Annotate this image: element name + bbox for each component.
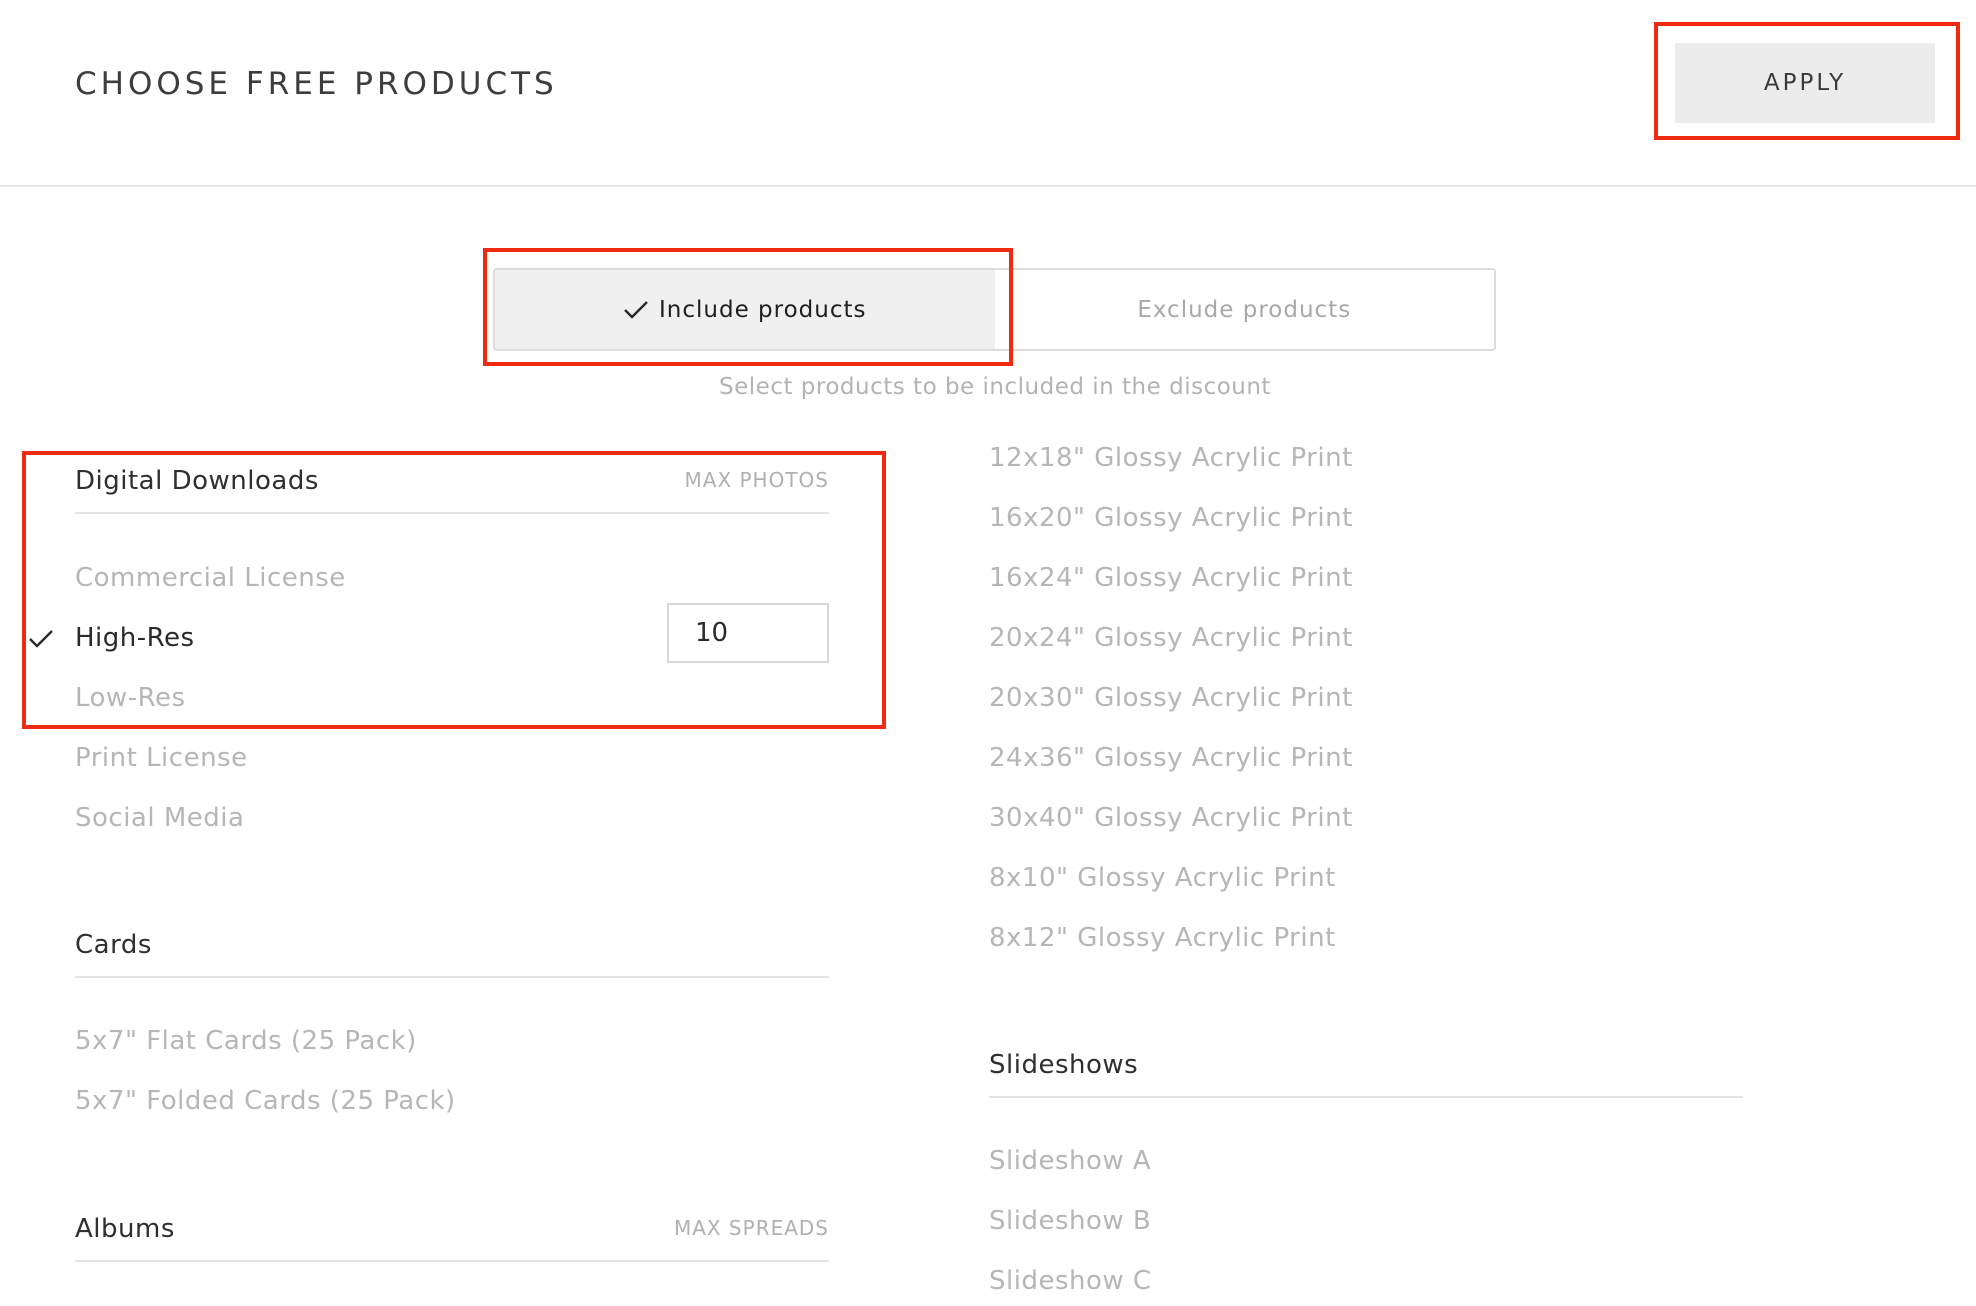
product-item-acrylic-8x12[interactable]: 8x12" Glossy Acrylic Print bbox=[989, 923, 1336, 953]
page-header: CHOOSE FREE PRODUCTS APPLY bbox=[0, 0, 1976, 187]
albums-header: Albums MAX SPREADS bbox=[75, 1214, 829, 1262]
include-products-label: Include products bbox=[659, 296, 867, 323]
slideshows-header: Slideshows bbox=[989, 1050, 1743, 1098]
section-title: Albums bbox=[75, 1214, 175, 1244]
exclude-products-option[interactable]: Exclude products bbox=[994, 270, 1494, 349]
product-item-acrylic-8x10[interactable]: 8x10" Glossy Acrylic Print bbox=[989, 863, 1336, 893]
max-spreads-label: MAX SPREADS bbox=[673, 1216, 829, 1240]
checkmark-icon bbox=[624, 300, 648, 319]
product-item-folded-cards[interactable]: 5x7" Folded Cards (25 Pack) bbox=[75, 1086, 456, 1116]
product-item-low-res[interactable]: Low-Res bbox=[75, 683, 186, 713]
helper-text: Select products to be included in the di… bbox=[719, 374, 1271, 400]
selected-check-icon bbox=[29, 630, 53, 648]
apply-button[interactable]: APPLY bbox=[1675, 43, 1935, 123]
page-title: CHOOSE FREE PRODUCTS bbox=[75, 66, 558, 102]
product-item-slideshow-a[interactable]: Slideshow A bbox=[989, 1146, 1151, 1176]
include-products-option[interactable]: Include products bbox=[495, 270, 995, 349]
product-item-acrylic-20x24[interactable]: 20x24" Glossy Acrylic Print bbox=[989, 623, 1353, 653]
product-item-acrylic-20x30[interactable]: 20x30" Glossy Acrylic Print bbox=[989, 683, 1353, 713]
product-item-commercial-license[interactable]: Commercial License bbox=[75, 563, 346, 593]
section-title: Digital Downloads bbox=[75, 466, 319, 496]
product-item-acrylic-16x24[interactable]: 16x24" Glossy Acrylic Print bbox=[989, 563, 1353, 593]
product-item-high-res[interactable]: High-Res bbox=[75, 623, 195, 653]
cards-header: Cards bbox=[75, 930, 829, 978]
product-item-print-license[interactable]: Print License bbox=[75, 743, 248, 773]
product-item-social-media[interactable]: Social Media bbox=[75, 803, 244, 833]
section-title: Slideshows bbox=[989, 1050, 1139, 1080]
max-photos-input[interactable] bbox=[667, 603, 829, 663]
digital-downloads-header: Digital Downloads MAX PHOTOS bbox=[75, 466, 829, 514]
product-item-flat-cards[interactable]: 5x7" Flat Cards (25 Pack) bbox=[75, 1026, 417, 1056]
product-item-acrylic-12x18[interactable]: 12x18" Glossy Acrylic Print bbox=[989, 443, 1353, 473]
product-item-acrylic-16x20[interactable]: 16x20" Glossy Acrylic Print bbox=[989, 503, 1353, 533]
product-item-slideshow-b[interactable]: Slideshow B bbox=[989, 1206, 1151, 1236]
max-photos-label: MAX PHOTOS bbox=[684, 468, 829, 492]
section-title: Cards bbox=[75, 930, 152, 960]
product-item-acrylic-30x40[interactable]: 30x40" Glossy Acrylic Print bbox=[989, 803, 1353, 833]
product-item-acrylic-24x36[interactable]: 24x36" Glossy Acrylic Print bbox=[989, 743, 1353, 773]
include-exclude-toggle: Include products Exclude products bbox=[493, 268, 1496, 351]
exclude-products-label: Exclude products bbox=[1137, 296, 1352, 323]
product-item-slideshow-c[interactable]: Slideshow C bbox=[989, 1266, 1152, 1296]
